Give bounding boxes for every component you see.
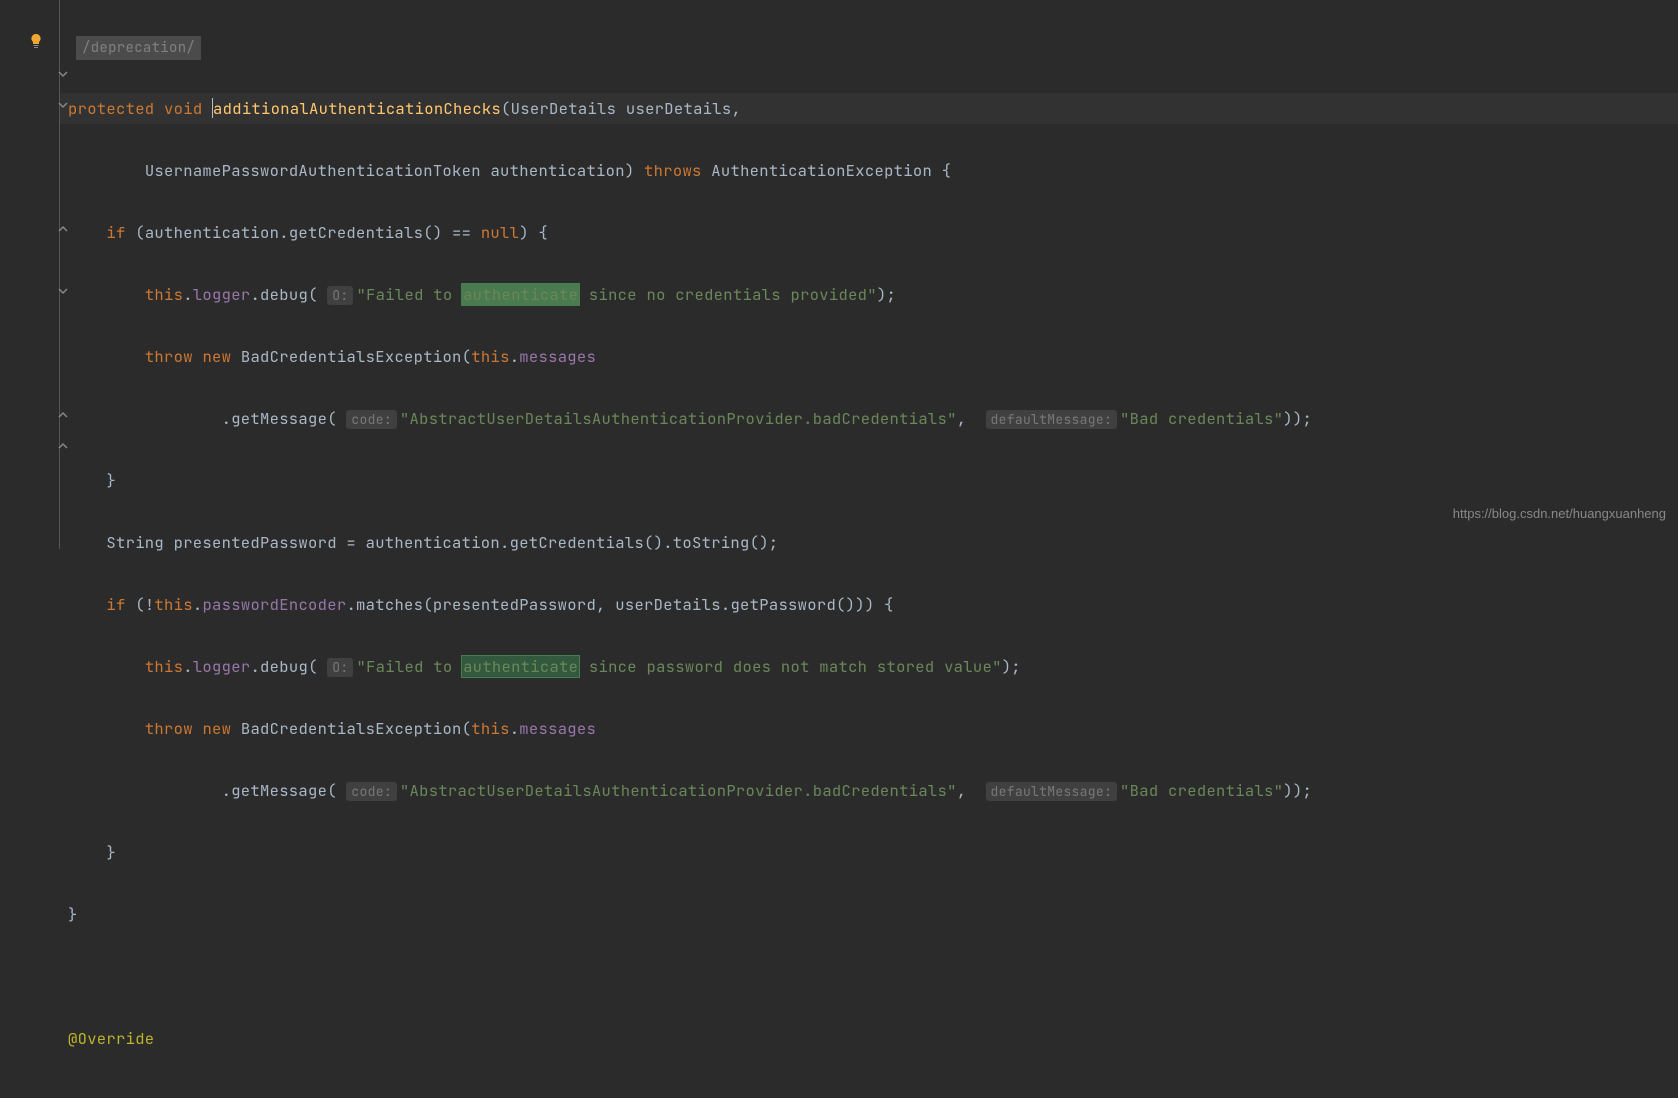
field: messages [519,718,596,739]
code-line[interactable]: @Override [60,1023,1678,1054]
code-text: .matches(presentedPassword, userDetails.… [346,594,893,615]
annotation: @Override [68,1028,154,1049]
type: UserDetails [511,98,617,119]
code-editor[interactable]: /deprecation/ protected void additionalA… [0,0,1678,549]
method-call: debug [260,656,308,677]
string: "Bad credentials" [1120,408,1283,429]
fold-close-icon[interactable] [58,410,68,420]
fold-toggle-icon[interactable] [58,69,68,79]
param-hint: O: [327,286,353,305]
code-line[interactable]: throw new BadCredentialsException(this.m… [60,341,1678,372]
param: authentication [490,160,624,181]
search-highlight: authenticate [461,655,580,678]
param-hint: code: [346,410,397,429]
keyword: this [145,656,183,677]
string: "Failed to [356,284,462,305]
type: BadCredentialsException [241,346,462,367]
keyword: this [471,346,509,367]
code-line[interactable]: } [60,899,1678,930]
code-line[interactable]: String presentedPassword = authenticatio… [60,527,1678,558]
code-line[interactable]: if (authentication.getCredentials() == n… [60,217,1678,248]
keyword: null [481,222,519,243]
keyword: void [164,98,202,119]
keyword: if [106,222,125,243]
method-call: .getMessage( [222,408,337,429]
search-highlight: authenticate [461,283,580,306]
keyword: throw [145,346,193,367]
brace: } [106,470,116,491]
code-line[interactable]: .getMessage( code:"AbstractUserDetailsAu… [60,403,1678,434]
brace: } [68,904,78,925]
fold-close-icon[interactable] [58,441,68,451]
string: "Bad credentials" [1120,780,1283,801]
code-line[interactable]: } [60,465,1678,496]
code-text-area[interactable]: /deprecation/ protected void additionalA… [60,0,1678,549]
string: "Failed to [356,656,462,677]
keyword: new [202,346,231,367]
type: UsernamePasswordAuthenticationToken [145,160,481,181]
field: logger [193,284,251,305]
intention-bulb-icon[interactable] [28,33,44,49]
string: "AbstractUserDetailsAuthenticationProvid… [400,780,957,801]
code-text: String presentedPassword = authenticatio… [106,532,778,553]
string: since no credentials provided" [579,284,877,305]
code-text: (authentication.getCredentials() == [135,222,481,243]
string: "AbstractUserDetailsAuthenticationProvid… [400,408,957,429]
code-line[interactable]: this.logger.debug( O:"Failed to authenti… [60,651,1678,682]
code-text: (! [135,594,154,615]
editor-gutter [0,0,60,549]
method-name: additionalAuthenticationChecks [213,98,501,119]
code-line[interactable]: UsernamePasswordAuthenticationToken auth… [60,155,1678,186]
keyword: throw [145,718,193,739]
code-line[interactable]: if (!this.passwordEncoder.matches(presen… [60,589,1678,620]
watermark: https://blog.csdn.net/huangxuanheng [1453,506,1666,521]
param-hint: O: [327,658,353,677]
keyword: new [202,718,231,739]
fold-close-icon[interactable] [58,224,68,234]
type: BadCredentialsException [241,718,462,739]
code-line[interactable]: protected void additionalAuthenticationC… [60,93,1678,124]
type: AuthenticationException [711,160,932,181]
keyword: throws [644,160,702,181]
keyword: if [106,594,125,615]
param: userDetails [626,98,732,119]
code-text: ) { [519,222,548,243]
field: passwordEncoder [202,594,346,615]
keyword: this [154,594,192,615]
param-hint: defaultMessage: [986,410,1118,429]
code-line[interactable]: } [60,837,1678,868]
breadcrumb[interactable]: /deprecation/ [76,36,201,60]
param-hint: code: [346,782,397,801]
code-line[interactable]: this.logger.debug( O:"Failed to authenti… [60,279,1678,310]
keyword: this [145,284,183,305]
method-call: debug [260,284,308,305]
field: messages [519,346,596,367]
code-line[interactable]: .getMessage( code:"AbstractUserDetailsAu… [60,775,1678,806]
param-hint: defaultMessage: [986,782,1118,801]
string: since password does not match stored val… [579,656,1001,677]
code-line[interactable] [60,961,1678,992]
keyword: protected [68,98,154,119]
fold-toggle-icon[interactable] [58,286,68,296]
fold-gutter [46,0,60,549]
method-call: .getMessage( [222,780,337,801]
brace: } [106,842,116,863]
fold-toggle-icon[interactable] [58,100,68,110]
keyword: this [471,718,509,739]
code-line[interactable]: throw new BadCredentialsException(this.m… [60,713,1678,744]
field: logger [193,656,251,677]
